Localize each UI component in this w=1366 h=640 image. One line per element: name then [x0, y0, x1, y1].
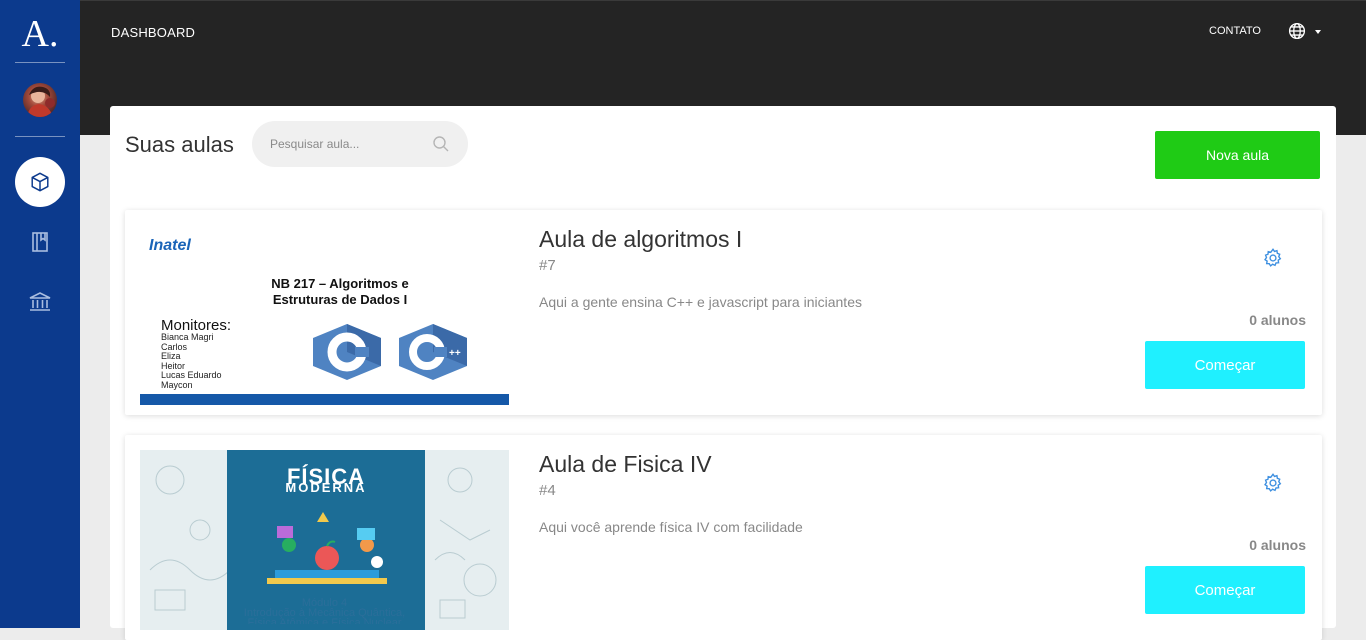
lesson-card: FÍSICA MODERNA Módulo 4 Introdução à Mec… — [125, 435, 1322, 640]
students-count: 0 alunos — [1249, 537, 1306, 553]
section-title: Suas aulas — [125, 132, 234, 157]
svg-text:++: ++ — [449, 348, 461, 359]
course-title: NB 217 – Algoritmos e Estruturas de Dado… — [271, 276, 409, 307]
lesson-description: Aqui você aprende física IV com facilida… — [539, 519, 803, 535]
book-footer — [227, 624, 425, 630]
lesson-title[interactable]: Aula de Fisica IV — [539, 451, 712, 478]
sidebar-item-institution[interactable] — [15, 277, 65, 327]
lesson-title[interactable]: Aula de algoritmos I — [539, 226, 742, 253]
sidebar-item-lessons[interactable] — [15, 157, 65, 207]
c-language-logo — [313, 324, 381, 380]
contact-link[interactable]: CONTATO — [1209, 25, 1261, 37]
avatar[interactable] — [23, 83, 57, 117]
search-icon[interactable] — [432, 135, 450, 153]
new-lesson-button[interactable]: Nova aula — [1155, 131, 1320, 179]
cpp-language-logo: ++ — [399, 324, 467, 380]
notebook-icon — [32, 232, 48, 252]
app-logo[interactable]: A. — [0, 12, 80, 56]
page-title: DASHBOARD — [111, 25, 196, 40]
sidebar-item-notebook[interactable] — [15, 217, 65, 267]
sidebar-divider — [15, 136, 65, 137]
gear-icon[interactable] — [1262, 472, 1284, 494]
gear-icon[interactable] — [1262, 247, 1284, 269]
chevron-down-icon[interactable] — [1315, 30, 1321, 34]
globe-icon[interactable] — [1288, 22, 1306, 40]
thumbnail-footer-bar — [140, 394, 509, 405]
lesson-number: #4 — [539, 482, 556, 499]
lesson-thumbnail[interactable]: Inatel NB 217 – Algoritmos e Estruturas … — [140, 225, 509, 405]
sidebar-divider — [15, 62, 65, 63]
cube-icon — [31, 172, 49, 192]
lesson-number: #7 — [539, 257, 556, 274]
lesson-description: Aqui a gente ensina C++ e javascript par… — [539, 294, 862, 310]
search-box[interactable] — [252, 121, 468, 167]
students-count: 0 alunos — [1249, 312, 1306, 328]
lesson-thumbnail[interactable]: FÍSICA MODERNA Módulo 4 Introdução à Mec… — [140, 450, 509, 630]
lesson-card: Inatel NB 217 – Algoritmos e Estruturas … — [125, 210, 1322, 415]
brand-logo: Inatel — [149, 237, 191, 254]
bank-icon — [29, 292, 51, 311]
start-lesson-button[interactable]: Começar — [1145, 341, 1305, 389]
search-input[interactable] — [270, 134, 420, 154]
start-lesson-button[interactable]: Começar — [1145, 566, 1305, 614]
lessons-panel: Suas aulas Nova aula Inatel NB 217 – Alg… — [110, 106, 1336, 640]
monitors-list: Bianca Magri Carlos Eliza Heitor Lucas E… — [161, 332, 222, 390]
sidebar: A. — [0, 0, 80, 628]
